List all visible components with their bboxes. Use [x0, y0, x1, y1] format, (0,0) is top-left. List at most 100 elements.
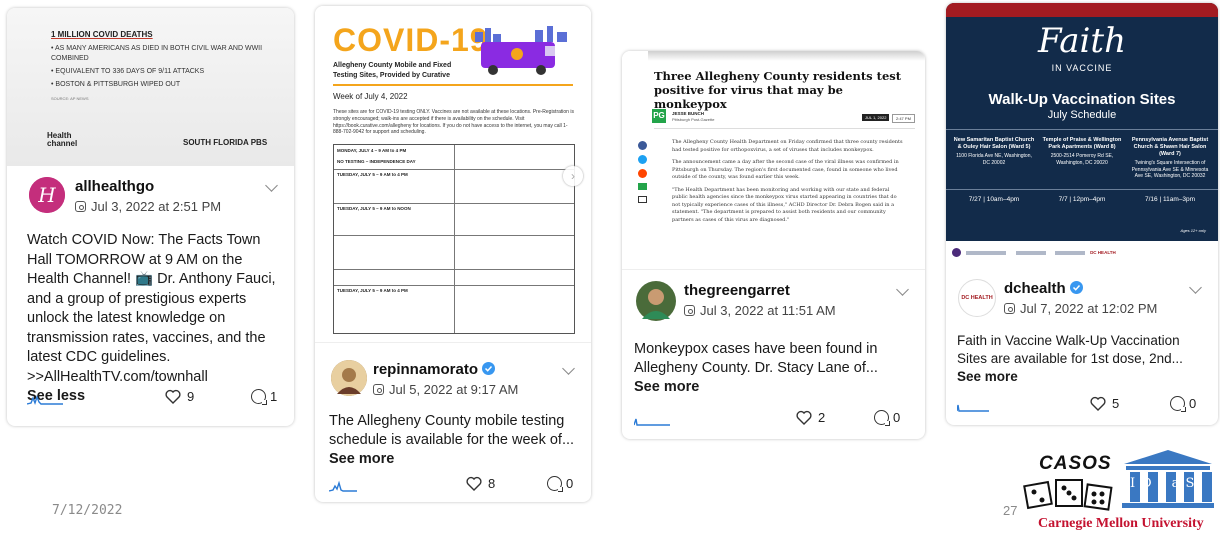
likes-value: 2 — [818, 410, 826, 425]
post-footer: 9 1 — [27, 388, 278, 408]
post-image[interactable]: Three Allegheny County residents test po… — [622, 51, 925, 270]
age-note: Ages 12+ only — [1180, 228, 1206, 233]
comments-count[interactable]: 1 — [251, 389, 277, 405]
heart-icon — [466, 476, 482, 491]
dc-health-sponsor: DC HEALTH — [1090, 250, 1116, 255]
likes-value: 9 — [187, 389, 195, 404]
likes-value: 5 — [1112, 396, 1120, 411]
site-name: New Samaritan Baptist Church & Ouley Hai… — [953, 137, 1035, 150]
post-text: The Allegheny County mobile testing sche… — [329, 412, 575, 469]
site-time: 7/27 | 10am–4pm — [968, 196, 1020, 203]
comments-count[interactable]: 0 — [1170, 396, 1197, 412]
post-footer: 8 0 — [329, 475, 575, 495]
post-caption: Watch COVID Now: The Facts Town Hall TOM… — [27, 232, 276, 385]
twitter-icon[interactable] — [638, 155, 647, 164]
username-text: repinnamorato — [373, 361, 479, 378]
avatar[interactable] — [331, 360, 367, 396]
comment-icon — [251, 389, 267, 405]
image-week: Week of July 4, 2022 — [333, 92, 408, 101]
post-image[interactable]: Faith IN VACCINE Walk-Up Vaccination Sit… — [946, 3, 1218, 268]
likes-count[interactable]: 5 — [1090, 396, 1119, 411]
flyer-title: Walk-Up Vaccination Sites — [988, 91, 1176, 108]
timestamp-text: Jul 7, 2022 at 12:02 PM — [1020, 301, 1158, 316]
post-footer: 2 0 — [634, 409, 909, 429]
username[interactable]: repinnamorato — [373, 361, 496, 378]
article-headline: Three Allegheny County residents test po… — [654, 69, 902, 111]
article-body: The Allegheny County Health Department o… — [672, 139, 904, 224]
image-bullet: • EQUIVALENT TO 336 DAYS OF 9/11 ATTACKS — [51, 68, 205, 75]
avatar[interactable] — [636, 281, 676, 321]
casos-ideas-logo: CASOS I D e a S Carnegie Mellon Universi… — [1018, 446, 1218, 534]
sparkline-icon — [329, 480, 357, 492]
share-buttons — [638, 141, 648, 203]
heart-icon — [796, 410, 812, 425]
instagram-icon — [75, 201, 86, 212]
post-image[interactable]: 1 MILLION COVID DEATHS • AS MANY AMERICA… — [7, 8, 294, 166]
username[interactable]: allhealthgo — [75, 178, 154, 195]
print-icon[interactable] — [638, 196, 647, 203]
image-source: SOURCE: AP NEWS — [51, 96, 89, 101]
likes-count[interactable]: 2 — [796, 410, 825, 425]
username[interactable]: dchealth — [1004, 280, 1083, 297]
table-row: TUESDAY, JULY 5 – 9 AM to NOON — [337, 206, 411, 211]
see-more-link[interactable]: See more — [634, 378, 909, 397]
chevron-down-icon[interactable] — [265, 179, 278, 192]
avatar[interactable]: DC HEALTH — [958, 279, 996, 317]
likes-value: 8 — [488, 476, 496, 491]
image-subtitle: Allegheny County Mobile and Fixed Testin… — [333, 62, 452, 79]
username[interactable]: thegreengarret — [684, 282, 790, 299]
dice-icon — [1023, 479, 1113, 511]
carousel-next-button[interactable]: › — [563, 166, 583, 186]
sparkline-icon — [27, 394, 63, 406]
verified-badge-icon — [1069, 281, 1083, 294]
faith-title: Faith — [1038, 21, 1126, 61]
email-icon[interactable] — [638, 183, 647, 190]
see-more-link[interactable]: See more — [329, 450, 575, 469]
post-text: Faith in Vaccine Walk-Up Vaccination Sit… — [957, 332, 1202, 386]
image-headline: 1 MILLION COVID DEATHS — [51, 30, 153, 39]
post-header: H allhealthgo Jul 3, 2022 at 2:51 PM — [7, 177, 294, 217]
slide-page-number: 27 — [1003, 503, 1018, 518]
sparkline-icon — [957, 404, 989, 412]
avatar-text: DC HEALTH — [961, 295, 993, 301]
site-name: Temple of Praise & Wellington Park Apart… — [1042, 137, 1122, 150]
image-bullet: • BOSTON & PITTSBURGH WIPED OUT — [51, 81, 181, 88]
reddit-icon[interactable] — [638, 169, 647, 178]
likes-count[interactable]: 8 — [466, 476, 495, 491]
image-bullet: • AS MANY AMERICANS AS DIED IN BOTH CIVI… — [51, 45, 263, 62]
post-card-repinnamorato[interactable]: COVID-19 Allegheny County Mobile and Fix… — [315, 6, 591, 502]
facebook-icon[interactable] — [638, 141, 647, 150]
post-card-allhealthgo[interactable]: 1 MILLION COVID DEATHS • AS MANY AMERICA… — [7, 8, 294, 426]
post-text: Monkeypox cases have been found in Alleg… — [634, 340, 909, 397]
comments-value: 0 — [1189, 396, 1197, 411]
chevron-down-icon[interactable] — [562, 362, 575, 375]
testing-van-icon — [475, 26, 567, 75]
chevron-down-icon[interactable] — [1189, 281, 1202, 294]
post-image[interactable]: COVID-19 Allegheny County Mobile and Fix… — [315, 6, 591, 343]
article-date: JUL 1, 2022 — [862, 114, 890, 121]
comments-count[interactable]: 0 — [547, 476, 573, 492]
table-row: TUESDAY, JULY 5 – 9 AM to 4 PM — [337, 288, 408, 293]
health-channel-logo: Health channel — [47, 131, 78, 148]
cmu-wordmark: Carnegie Mellon University — [1038, 516, 1204, 531]
avatar[interactable]: H — [29, 177, 65, 213]
article-outlet: Pittsburgh Post-Gazette — [672, 117, 715, 122]
post-card-dchealth[interactable]: Faith IN VACCINE Walk-Up Vaccination Sit… — [946, 3, 1218, 425]
post-caption: Faith in Vaccine Walk-Up Vaccination Sit… — [957, 333, 1183, 366]
site-time: 7/7 | 12pm–4pm — [1058, 196, 1106, 203]
see-more-link[interactable]: See more — [957, 368, 1202, 386]
verified-badge-icon — [482, 362, 496, 375]
chevron-down-icon[interactable] — [896, 283, 909, 296]
likes-count[interactable]: 9 — [165, 389, 194, 404]
table-row: MONDAY, JULY 4 – 9 AM to 4 PM — [337, 148, 407, 153]
comments-count[interactable]: 0 — [874, 410, 900, 426]
post-card-thegreengarret[interactable]: Three Allegheny County residents test po… — [622, 51, 925, 439]
image-title: COVID-19 — [333, 22, 489, 58]
timestamp-text: Jul 3, 2022 at 2:51 PM — [91, 199, 222, 214]
article-author: JESSE BUNCH — [672, 111, 705, 116]
casos-text: CASOS — [1039, 453, 1112, 474]
svg-text:H: H — [37, 183, 56, 207]
instagram-icon — [684, 305, 695, 316]
ideas-text: I D e a S — [1130, 476, 1196, 491]
post-header: DC HEALTH dchealth Jul 7, 2022 at 12:02 … — [946, 279, 1218, 319]
